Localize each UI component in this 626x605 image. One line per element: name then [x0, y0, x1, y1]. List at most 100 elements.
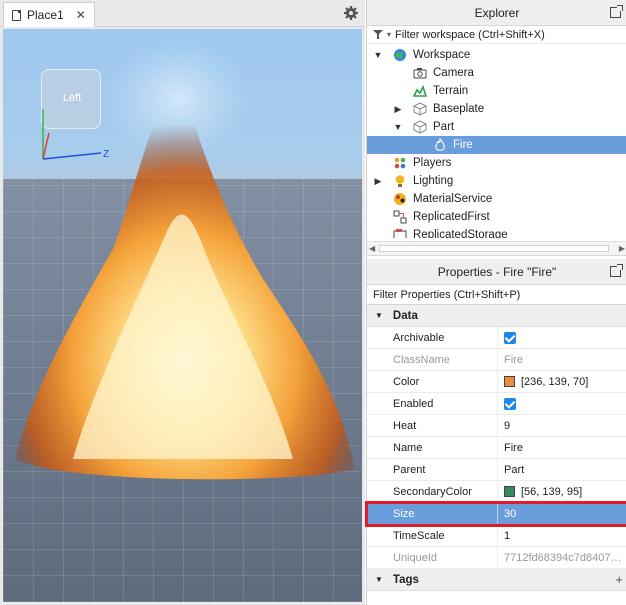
property-name: Archivable: [367, 327, 498, 348]
tree-item-label: MaterialService: [413, 193, 493, 205]
add-tag-icon[interactable]: +: [615, 572, 623, 587]
color-swatch[interactable]: [504, 486, 515, 497]
property-value[interactable]: 9: [498, 415, 626, 436]
lightbulb-icon: [395, 175, 405, 187]
property-value-text[interactable]: [236, 139, 70]: [521, 376, 588, 388]
property-name: UniqueId: [367, 547, 498, 568]
collapsed-arrow-icon[interactable]: ▶: [373, 176, 383, 187]
tree-item-workspace[interactable]: ▼ Workspace: [367, 46, 626, 64]
property-name: Name: [367, 437, 498, 458]
property-value-text[interactable]: [56, 139, 95]: [521, 486, 582, 498]
tree-item-replicatedfirst[interactable]: ReplicatedFirst: [367, 208, 626, 226]
tree-item-label: ReplicatedFirst: [413, 211, 490, 223]
tree-item-lighting[interactable]: ▶ Lighting: [367, 172, 626, 190]
property-name: Size: [367, 503, 498, 524]
tree-item-fire[interactable]: Fire: [367, 136, 626, 154]
properties-filter[interactable]: Filter Properties (Ctrl+Shift+P): [367, 285, 626, 305]
tab-label: Place1: [27, 8, 64, 22]
properties-title: Properties - Fire "Fire": [437, 264, 557, 279]
property-value[interactable]: 30: [498, 503, 626, 524]
viewport-pane: Place1 ✕ Left Z: [0, 0, 365, 605]
filter-dropdown-icon[interactable]: ▾: [387, 30, 391, 39]
properties-filter-text[interactable]: Filter Properties (Ctrl+Shift+P): [373, 289, 520, 301]
expanded-arrow-icon[interactable]: ▼: [373, 50, 383, 60]
checkbox-checked-icon[interactable]: [504, 331, 516, 344]
property-name: Enabled: [367, 393, 498, 414]
scroll-right-icon[interactable]: ▶: [619, 244, 625, 253]
storage-icon: [393, 229, 407, 238]
property-row-name[interactable]: Name Fire: [367, 437, 626, 459]
property-row-color[interactable]: Color [236, 139, 70]: [367, 371, 626, 393]
section-data-header[interactable]: ▼ Data: [367, 305, 626, 327]
part-icon: [413, 120, 427, 134]
expanded-arrow-icon[interactable]: ▼: [393, 122, 403, 132]
tree-item-part[interactable]: ▼ Part: [367, 118, 626, 136]
property-value[interactable]: 1: [498, 525, 626, 546]
tree-item-label: Camera: [433, 67, 474, 79]
document-tab-bar: Place1 ✕: [0, 0, 365, 27]
property-value: Fire: [504, 353, 523, 366]
replicated-icon: [393, 210, 407, 224]
material-icon: [394, 193, 406, 205]
property-value[interactable]: [56, 139, 95]: [498, 481, 626, 502]
explorer-title: Explorer: [474, 5, 520, 20]
property-value[interactable]: [498, 393, 626, 414]
property-row-archivable[interactable]: Archivable: [367, 327, 626, 349]
property-value[interactable]: Fire: [498, 437, 626, 458]
property-value[interactable]: Part: [498, 459, 626, 480]
section-label: Data: [392, 309, 418, 322]
checkbox-checked-icon[interactable]: [504, 397, 516, 410]
axis-z-label: Z: [103, 149, 109, 160]
undock-icon[interactable]: [610, 5, 623, 18]
property-row-uniqueid: UniqueId 7712fd68394c7d8407…: [367, 547, 626, 569]
tree-item-label: Terrain: [433, 85, 469, 97]
tree-item-players[interactable]: Players: [367, 154, 626, 172]
explorer-title-bar: Explorer: [367, 0, 626, 26]
undock-icon[interactable]: [610, 264, 623, 277]
document-icon: [12, 9, 21, 21]
tree-item-terrain[interactable]: Terrain: [367, 82, 626, 100]
terrain-icon: [413, 84, 427, 97]
close-tab-icon[interactable]: ✕: [76, 8, 86, 22]
globe-icon: [394, 49, 406, 61]
property-name: SecondaryColor: [367, 481, 498, 502]
explorer-filter[interactable]: ▾ Filter workspace (Ctrl+Shift+X): [367, 26, 626, 44]
players-icon: [394, 157, 406, 169]
collapsed-arrow-icon[interactable]: ▶: [393, 104, 403, 115]
property-row-heat[interactable]: Heat 9: [367, 415, 626, 437]
property-name: Color: [367, 371, 498, 392]
properties-panel: Properties - Fire "Fire" Filter Properti…: [365, 259, 626, 605]
property-row-classname: ClassName Fire: [367, 349, 626, 371]
tree-item-camera[interactable]: Camera: [367, 64, 626, 82]
property-row-enabled[interactable]: Enabled: [367, 393, 626, 415]
scroll-thumb[interactable]: [379, 245, 609, 252]
property-row-secondarycolor[interactable]: SecondaryColor [56, 139, 95]: [367, 481, 626, 503]
section-collapse-icon[interactable]: ▼: [375, 311, 383, 320]
camera-icon: [413, 68, 427, 79]
gear-icon[interactable]: [343, 5, 359, 21]
section-label: Tags: [392, 573, 419, 586]
property-value[interactable]: [236, 139, 70]: [498, 371, 626, 392]
tab-place1[interactable]: Place1 ✕: [3, 2, 95, 27]
part-icon: [413, 102, 427, 116]
filter-icon[interactable]: [373, 30, 383, 39]
tree-item-label: Players: [413, 157, 452, 169]
color-swatch[interactable]: [504, 376, 515, 387]
property-row-parent[interactable]: Parent Part: [367, 459, 626, 481]
tree-item-baseplate[interactable]: ▶ Baseplate: [367, 100, 626, 118]
section-collapse-icon[interactable]: ▼: [375, 575, 383, 584]
explorer-horizontal-scrollbar[interactable]: ◀ ▶: [367, 241, 626, 255]
property-value: 7712fd68394c7d8407…: [504, 551, 622, 564]
3d-viewport[interactable]: Left Z: [3, 29, 362, 602]
property-value[interactable]: [498, 327, 626, 348]
property-row-size[interactable]: Size 30: [365, 501, 626, 527]
tree-item-label: Baseplate: [433, 103, 485, 115]
property-row-timescale[interactable]: TimeScale 1: [367, 525, 626, 547]
tree-item-replicatedstorage[interactable]: ReplicatedStorage: [367, 226, 626, 238]
property-name: ClassName: [367, 349, 498, 370]
scroll-left-icon[interactable]: ◀: [369, 244, 375, 253]
tree-item-materialservice[interactable]: MaterialService: [367, 190, 626, 208]
section-tags-header[interactable]: ▼ Tags +: [367, 569, 626, 591]
explorer-filter-text[interactable]: Filter workspace (Ctrl+Shift+X): [395, 29, 545, 41]
fire-icon: [435, 138, 445, 151]
